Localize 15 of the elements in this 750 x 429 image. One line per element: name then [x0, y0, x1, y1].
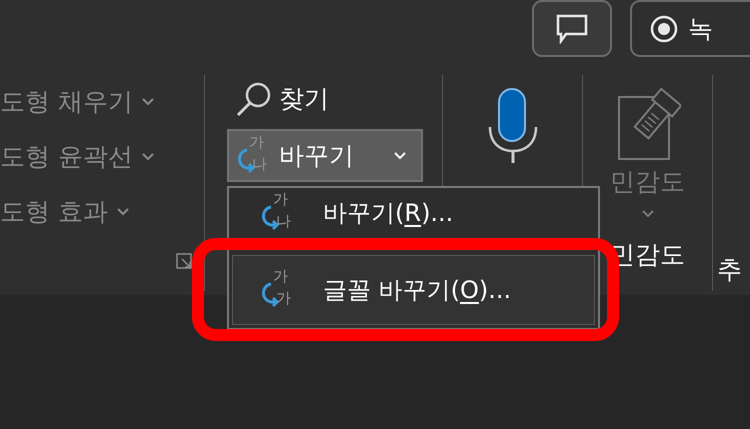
- menu-item[interactable]: 가 가 글꼴 바꾸기(O)...: [232, 255, 595, 325]
- find-button[interactable]: 찾기: [227, 77, 329, 121]
- comments-button[interactable]: [532, 0, 612, 57]
- record-icon: [650, 14, 678, 42]
- menu-item[interactable]: 가 나 바꾸기(R)...: [232, 191, 595, 235]
- chevron-down-icon: [393, 151, 407, 160]
- record-button[interactable]: 녹: [630, 0, 750, 57]
- search-icon: [235, 80, 273, 118]
- chevron-down-icon: [140, 152, 155, 161]
- chevron-down-icon: [116, 207, 130, 216]
- group-label: 추: [717, 255, 743, 285]
- dialog-launcher-icon[interactable]: [176, 253, 192, 269]
- comment-icon: [556, 14, 588, 44]
- chevron-down-icon: [140, 97, 155, 106]
- chevron-down-icon: [640, 209, 654, 218]
